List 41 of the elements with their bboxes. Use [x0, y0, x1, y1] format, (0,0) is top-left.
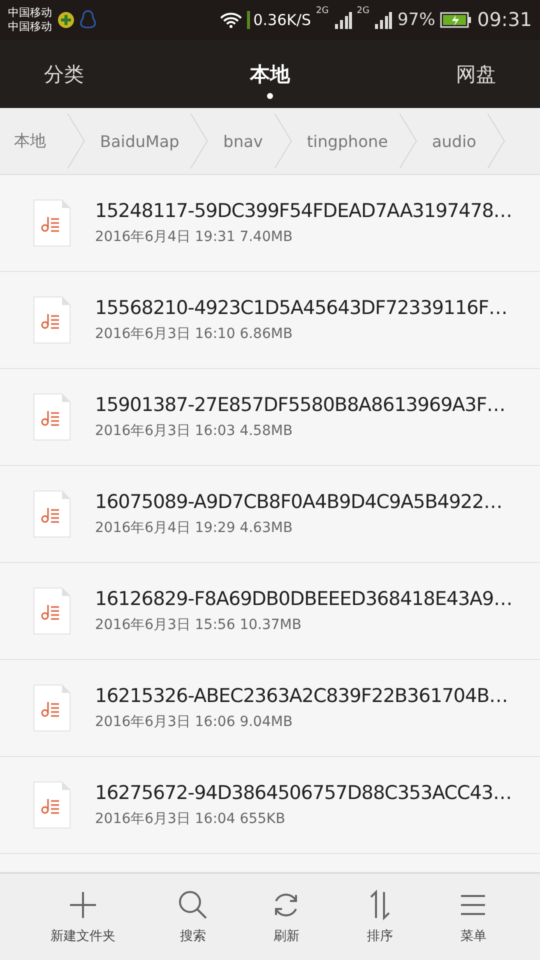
- carrier-name: 中国移动: [8, 6, 52, 20]
- file-name: 16215326-ABEC2363A2C839F22B361704B…: [95, 685, 508, 707]
- file-name: 16126829-F8A69DB0DBEEED368418E43A9…: [95, 588, 512, 610]
- breadcrumb-item[interactable]: audio: [418, 132, 486, 150]
- breadcrumb-item[interactable]: BaiduMap: [86, 132, 190, 150]
- tab[interactable]: 网盘: [434, 40, 518, 108]
- file-details: 2016年6月3日 16:06 9.04MB: [95, 713, 294, 731]
- file-name: 16275672-94D3864506757D88C353ACC43…: [95, 782, 512, 804]
- file-row[interactable]: 15901387-27E857DF5580B8A8613969A3F… 2016年6月3日 16:03 4.58MB: [0, 369, 540, 466]
- file-details: 2016年6月3日 16:04 655KB: [95, 810, 286, 828]
- toolbar-button[interactable]: 排序: [360, 885, 400, 949]
- file-name: 15901387-27E857DF5580B8A8613969A3F…: [95, 394, 506, 416]
- toolbar-button[interactable]: 菜单: [453, 885, 494, 949]
- file-row[interactable]: 15248117-59DC399F54FDEAD7AA3197478… 2016年6月4日 19:31 7.40MB: [0, 175, 540, 272]
- file-details: 2016年6月3日 16:03 4.58MB: [95, 422, 294, 440]
- clock: 09:31: [477, 9, 532, 31]
- file-row[interactable]: 16215326-ABEC2363A2C839F22B361704B… 2016年6月3日 16:06 9.04MB: [0, 660, 540, 757]
- toolbar-button[interactable]: 搜索: [173, 885, 214, 949]
- file-details: 2016年6月3日 15:56 10.37MB: [95, 616, 302, 634]
- file-details: 2016年6月4日 19:29 4.63MB: [95, 519, 294, 537]
- carrier-name: 中国移动: [8, 20, 52, 34]
- breadcrumb-item[interactable]: 本地: [0, 130, 66, 152]
- file-details: 2016年6月4日 19:31 7.40MB: [95, 228, 294, 246]
- file-details: 2016年6月3日 16:10 6.86MB: [95, 325, 294, 343]
- file-name: 16075089-A9D7CB8F0A4B9D4C9A5B4922…: [95, 491, 502, 513]
- network-speed: 0.36K/S: [247, 11, 312, 29]
- network-type: 2G: [316, 6, 329, 16]
- tab[interactable]: 分类: [22, 40, 106, 108]
- tab[interactable]: 本地: [228, 40, 312, 108]
- battery-percent: 97%: [397, 10, 436, 30]
- file-row[interactable]: 16126829-F8A69DB0DBEEED368418E43A9… 2016年6月3日 15:56 10.37MB: [0, 563, 540, 660]
- breadcrumb-item[interactable]: bnav: [209, 132, 273, 150]
- toolbar-button[interactable]: 刷新: [266, 885, 306, 949]
- file-name: 15568210-4923C1D5A45643DF72339116F…: [95, 297, 508, 319]
- breadcrumb-item[interactable]: tingphone: [292, 132, 398, 150]
- file-row[interactable]: 16275672-94D3864506757D88C353ACC43… 2016年6月3日 16:04 655KB: [0, 757, 540, 854]
- network-type: 2G: [356, 6, 370, 16]
- file-row[interactable]: 16075089-A9D7CB8F0A4B9D4C9A5B4922… 2016年6月4日 19:29 4.63MB: [0, 466, 540, 563]
- toolbar-button[interactable]: 新建文件夹: [46, 885, 120, 949]
- file-row[interactable]: 15568210-4923C1D5A45643DF72339116F… 2016年6月3日 16:10 6.86MB: [0, 272, 540, 369]
- file-name: 15248117-59DC399F54FDEAD7AA3197478…: [95, 200, 512, 222]
